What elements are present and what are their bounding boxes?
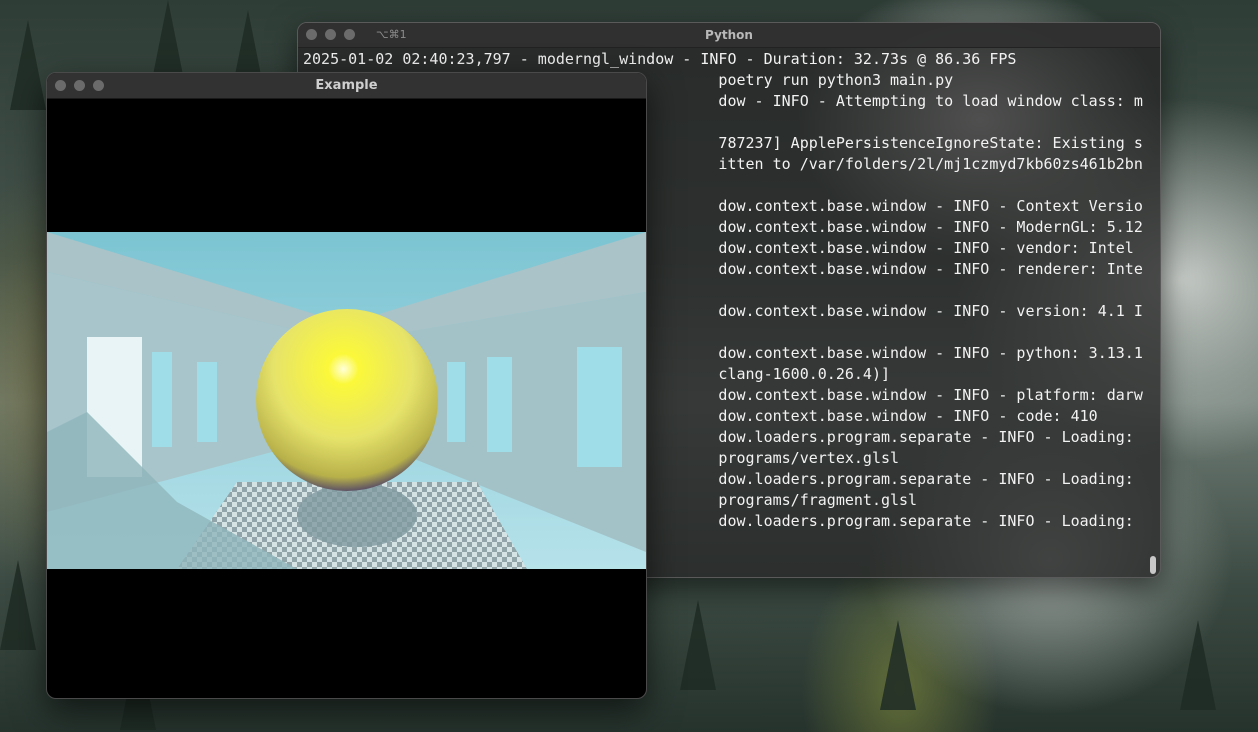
sphere-shadow: [297, 483, 417, 547]
example-window[interactable]: Example: [46, 72, 647, 699]
wallpaper-tree: [880, 620, 916, 710]
yellow-sphere: [256, 309, 438, 491]
raymarched-scene: [47, 232, 646, 569]
example-title: Example: [315, 78, 378, 93]
right-arch-opening: [487, 357, 512, 452]
wallpaper-tree: [680, 600, 716, 690]
example-titlebar[interactable]: Example: [47, 73, 646, 99]
wallpaper-tree: [10, 20, 46, 110]
wallpaper-tree: [1180, 620, 1216, 710]
left-arch-opening: [152, 352, 172, 447]
render-viewport[interactable]: [47, 232, 646, 569]
terminal-scrollbar[interactable]: [1150, 556, 1156, 574]
wallpaper-tree: [0, 560, 36, 650]
right-arch-opening: [577, 347, 622, 467]
right-arch-opening: [447, 362, 465, 442]
terminal-titlebar[interactable]: ⌥⌘1 Python: [298, 23, 1160, 48]
terminal-line: 2025-01-02 02:40:23,797 - moderngl_windo…: [303, 50, 1017, 68]
terminal-title: Python: [705, 28, 753, 42]
left-arch-opening: [197, 362, 217, 442]
